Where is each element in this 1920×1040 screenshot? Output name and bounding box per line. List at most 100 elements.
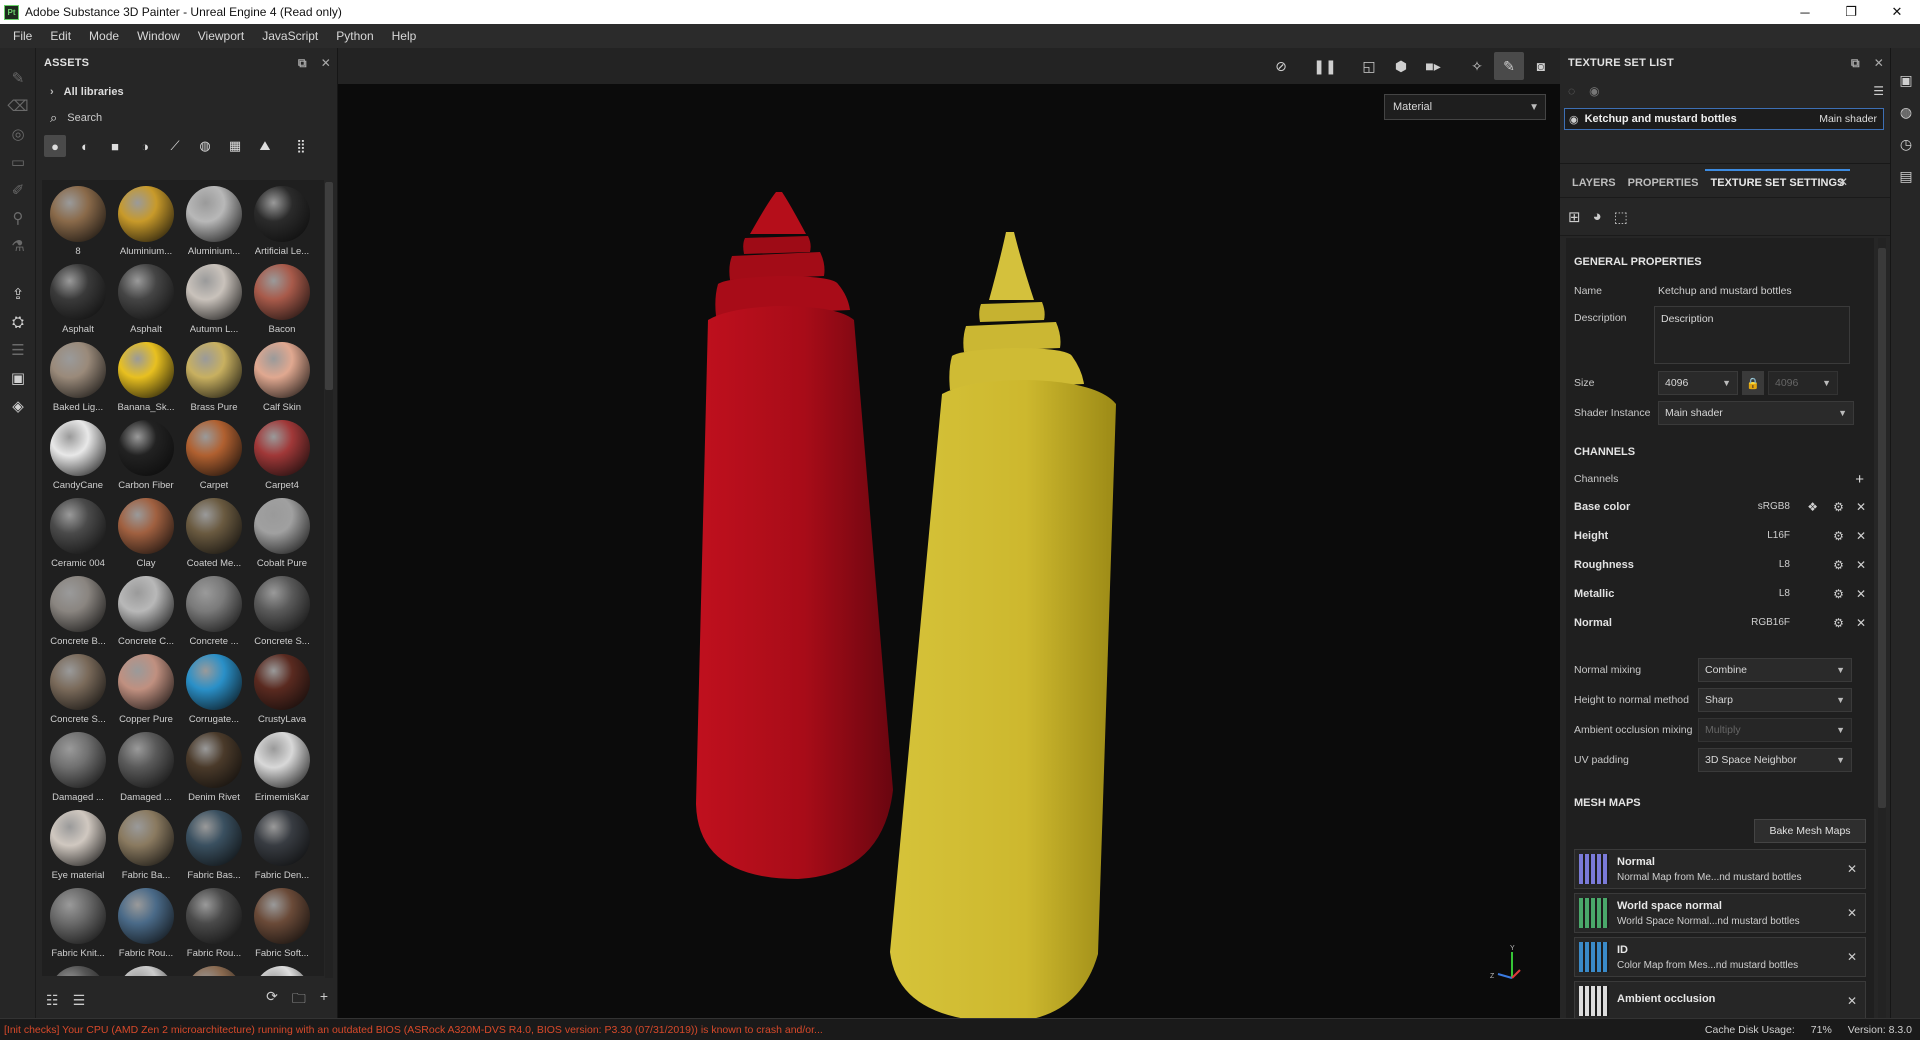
symmetry-icon[interactable]: ⊘ [1266,52,1296,80]
material-tile[interactable]: Aluminium... [112,184,180,262]
settings-scroll-thumb[interactable] [1878,248,1886,808]
add-channel-icon[interactable]: + [1855,471,1864,488]
undock-icon[interactable]: ⧉ [1851,56,1860,71]
material-tile[interactable]: Bacon [248,262,316,340]
minimize-button[interactable]: ─ [1782,0,1828,24]
history-icon[interactable]: ◷ [1891,128,1920,160]
channel-row[interactable]: Roughness L8 ⚙ ✕ [1566,550,1874,579]
asset-search[interactable]: ⌕ Search [36,106,337,130]
material-tile[interactable]: Calf Skin [248,340,316,418]
remove-channel-icon[interactable]: ✕ [1856,616,1866,630]
size-select[interactable]: 4096 ▼ [1658,371,1738,395]
material-tile[interactable]: Carbon Fiber [112,418,180,496]
material-tile[interactable]: Concrete B... [44,574,112,652]
material-tile[interactable]: Banana_Sk... [112,340,180,418]
geometry-mask-icon[interactable]: ▭ [0,148,36,176]
channel-row[interactable]: Base color sRGB8 ❖ ⚙ ✕ [1566,492,1874,521]
bake-icon[interactable]: ▣ [0,364,36,392]
material-tile[interactable]: Ceramic 004 [44,496,112,574]
material-tile[interactable]: Fabric Bas... [180,808,248,886]
material-tile[interactable] [248,964,316,976]
color-profile-icon[interactable]: ❖ [1807,500,1818,514]
mask-filter-icon[interactable]: ■ [104,135,126,157]
material-tile[interactable]: Fabric Ba... [112,808,180,886]
material-tile[interactable]: Clay [112,496,180,574]
material-tile[interactable]: Concrete C... [112,574,180,652]
close-tab-icon[interactable]: ✕ [1838,175,1848,189]
light-icon[interactable]: ✧ [1462,52,1492,80]
mesh-map-item[interactable]: ID Color Map from Mes...nd mustard bottle… [1574,937,1866,977]
assets-scrollbar[interactable] [325,182,333,978]
menu-edit[interactable]: Edit [41,29,80,43]
material-tile[interactable]: Concrete S... [248,574,316,652]
add-icon[interactable]: + [320,988,328,1012]
channel-format[interactable]: L8 [1779,559,1790,570]
tab-properties[interactable]: PROPERTIES [1622,177,1705,197]
mesh-map-item[interactable]: World space normal World Space Normal...n… [1574,893,1866,933]
texture-set-item[interactable]: ◉ Ketchup and mustard bottles Main shade… [1564,108,1884,130]
grid-view-icon[interactable]: ⣿ [290,135,312,157]
filter-settings-icon[interactable]: ☷ [46,992,59,1009]
material-tile[interactable]: Autumn L... [180,262,248,340]
bake-mesh-maps-button[interactable]: Bake Mesh Maps [1754,819,1866,843]
material-tile[interactable]: CrustyLava [248,652,316,730]
generator-filter-icon[interactable]: ◑ [134,135,156,157]
mesh-map-item[interactable]: Ambient occlusion ✕ [1574,981,1866,1018]
remove-channel-icon[interactable]: ✕ [1856,587,1866,601]
material-tile[interactable]: Fabric Rou... [112,886,180,964]
remove-channel-icon[interactable]: ✕ [1856,558,1866,572]
log-icon[interactable]: ▤ [1891,160,1920,192]
smart-material-filter-icon[interactable]: ◐ [74,135,96,157]
tab-layers[interactable]: LAYERS [1566,177,1622,197]
material-tile[interactable]: 8 [44,184,112,262]
shader-select[interactable]: Main shader ▼ [1658,401,1854,425]
material-tile[interactable]: Denim Rivet [180,730,248,808]
paint-brush-icon[interactable]: ✎ [0,64,36,92]
tab-texture-set-settings[interactable]: TEXTURE SET SETTINGS [1704,169,1851,197]
material-tile[interactable]: Fabric Den... [248,808,316,886]
screenshot-icon[interactable]: ◙ [1526,52,1556,80]
remove-mesh-map-icon[interactable]: ✕ [1847,950,1857,964]
restore-button[interactable]: ❐ [1828,0,1874,24]
menu-viewport[interactable]: Viewport [189,29,253,43]
material-icon[interactable]: ◕ [1593,208,1602,225]
material-tile[interactable]: Artificial Le... [248,184,316,262]
hide-icon[interactable]: ◌ [1568,84,1575,98]
visibility-eye-icon[interactable]: ◉ [1569,113,1579,126]
color-picker-icon[interactable]: ⚗ [0,232,36,260]
channel-settings-icon[interactable]: ⚙ [1833,529,1844,543]
channel-row[interactable]: Normal RGB16F ⚙ ✕ [1566,608,1874,637]
material-tile[interactable]: Asphalt [44,262,112,340]
pause-icon[interactable]: ❚❚ [1310,52,1340,80]
material-tile[interactable]: Concrete ... [180,574,248,652]
viewport[interactable]: ⊘ ❚❚ ◱ ⬢ ■▸ ✧ ✎ ◙ Material ▼ Y Z [338,48,1560,1018]
material-tile[interactable]: Eye material [44,808,112,886]
channel-settings-icon[interactable]: ⚙ [1833,616,1844,630]
shader-settings-icon[interactable]: ◍ [1891,96,1920,128]
projection-icon[interactable]: ◎ [0,120,36,148]
material-tile[interactable]: Carpet [180,418,248,496]
menu-icon[interactable]: ☰ [1873,84,1884,98]
material-filter-icon[interactable]: ● [44,135,66,157]
menu-python[interactable]: Python [327,29,382,43]
material-tile[interactable] [180,964,248,976]
texture-filter-icon[interactable]: ▦ [224,135,246,157]
remove-mesh-map-icon[interactable]: ✕ [1847,994,1857,1008]
uv-icon[interactable]: ⬚ [1614,208,1628,226]
description-field[interactable]: Description [1654,306,1850,364]
close-panel-icon[interactable]: ✕ [321,56,331,70]
assets-scroll-thumb[interactable] [325,182,333,390]
export-icon[interactable]: ⇪ [0,280,36,308]
particle-filter-icon[interactable]: ◍ [194,135,216,157]
material-tile[interactable]: Damaged ... [112,730,180,808]
material-tile[interactable]: Baked Lig... [44,340,112,418]
material-tile[interactable]: Asphalt [112,262,180,340]
display-settings-icon[interactable]: ⛭ [0,308,36,336]
remove-channel-icon[interactable]: ✕ [1856,500,1866,514]
folder-icon[interactable]: 🗀 [292,988,306,1012]
channel-row[interactable]: Height L16F ⚙ ✕ [1566,521,1874,550]
undock-icon[interactable]: ⧉ [298,56,307,71]
material-tile[interactable]: Fabric Soft... [248,886,316,964]
menu-mode[interactable]: Mode [80,29,128,43]
channel-format[interactable]: RGB16F [1751,617,1790,628]
